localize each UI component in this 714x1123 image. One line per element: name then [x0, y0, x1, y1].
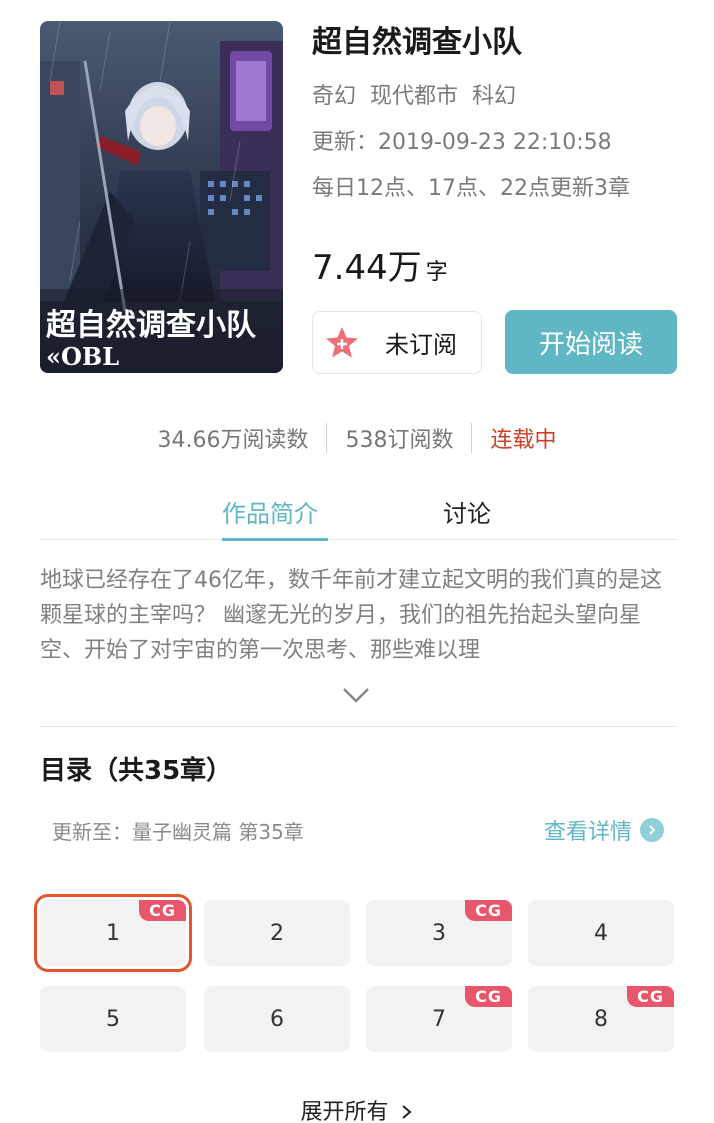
chapter-cell[interactable]: 2 [204, 900, 350, 966]
toc-title: 目录（共35章） [40, 756, 233, 786]
cg-badge: CG [465, 986, 512, 1007]
chapter-cell[interactable]: 5 [40, 986, 186, 1052]
chapter-cell[interactable]: 1 CG [34, 894, 192, 972]
section-divider [40, 726, 677, 727]
book-info: 超自然调查小队 奇幻 现代都市 科幻 更新：2019-09-23 22:10:5… [312, 21, 692, 203]
expand-all-button[interactable]: 展开所有 [0, 1094, 714, 1123]
chevron-right-icon [401, 1105, 412, 1119]
chapter-cell[interactable]: 8 CG [528, 986, 674, 1052]
tab-active-indicator [222, 538, 328, 541]
cover-subtitle-text: «OBL [46, 342, 119, 371]
tab-discussion[interactable]: 讨论 [443, 494, 491, 529]
tag[interactable]: 科幻 [472, 83, 516, 111]
chapter-number: 1 [106, 920, 120, 946]
status-badge: 连载中 [490, 428, 557, 453]
expand-all-label: 展开所有 [300, 1100, 389, 1123]
subscribe-button[interactable]: 未订阅 [312, 311, 482, 374]
book-description: 地球已经存在了46亿年，数千年前才建立起文明的我们真的是这颗星球的主宰吗？ 幽邃… [40, 568, 662, 663]
start-reading-button[interactable]: 开始阅读 [505, 310, 677, 374]
word-count-value: 7.44万 [312, 248, 422, 288]
read-count: 34.66万阅读数 [157, 428, 309, 453]
chevron-down-icon[interactable] [341, 684, 371, 706]
subscribe-label: 未订阅 [385, 331, 457, 359]
cg-badge: CG [465, 900, 512, 921]
cover-title-text: 超自然调查小队 [46, 308, 257, 343]
book-title: 超自然调查小队 [312, 25, 522, 60]
cg-badge: CG [627, 986, 674, 1007]
word-count-unit: 字 [425, 260, 448, 285]
chapter-number: 7 [432, 1006, 446, 1032]
book-cover[interactable]: 超自然调查小队 «OBL [40, 21, 283, 373]
view-details-label: 查看详情 [544, 820, 633, 845]
update-schedule: 每日12点、17点、22点更新3章 [312, 176, 630, 201]
update-time: 更新：2019-09-23 22:10:58 [312, 130, 612, 155]
chapter-number: 3 [432, 920, 446, 946]
cg-badge: CG [139, 900, 186, 921]
chapter-number: 2 [270, 920, 284, 946]
chapter-cell[interactable]: 3 CG [366, 900, 512, 966]
chapter-number: 4 [594, 920, 608, 946]
tag[interactable]: 奇幻 [312, 83, 356, 111]
chapter-cell[interactable]: 6 [204, 986, 350, 1052]
divider [326, 423, 328, 453]
chapter-cell[interactable]: 4 [528, 900, 674, 966]
chapter-number: 5 [106, 1006, 120, 1032]
subscription-count: 538订阅数 [345, 428, 454, 453]
word-count: 7.44万 字 [312, 240, 448, 289]
book-tags: 奇幻 现代都市 科幻 [312, 83, 692, 111]
tab-intro[interactable]: 作品简介 [222, 494, 318, 529]
view-details-link[interactable]: 查看详情 [544, 814, 665, 846]
tab-bar: 作品简介 讨论 [40, 494, 677, 541]
book-stats: 34.66万阅读数 538订阅数 连载中 [0, 422, 714, 454]
tag[interactable]: 现代都市 [370, 83, 458, 111]
divider [471, 423, 473, 453]
star-plus-icon [323, 324, 361, 362]
latest-chapter[interactable]: 更新至：量子幽灵篇 第35章 [52, 816, 304, 845]
chapter-cell[interactable]: 7 CG [366, 986, 512, 1052]
chapter-number: 6 [270, 1006, 284, 1032]
chapter-number: 8 [594, 1006, 608, 1032]
chevron-right-icon [640, 818, 665, 842]
